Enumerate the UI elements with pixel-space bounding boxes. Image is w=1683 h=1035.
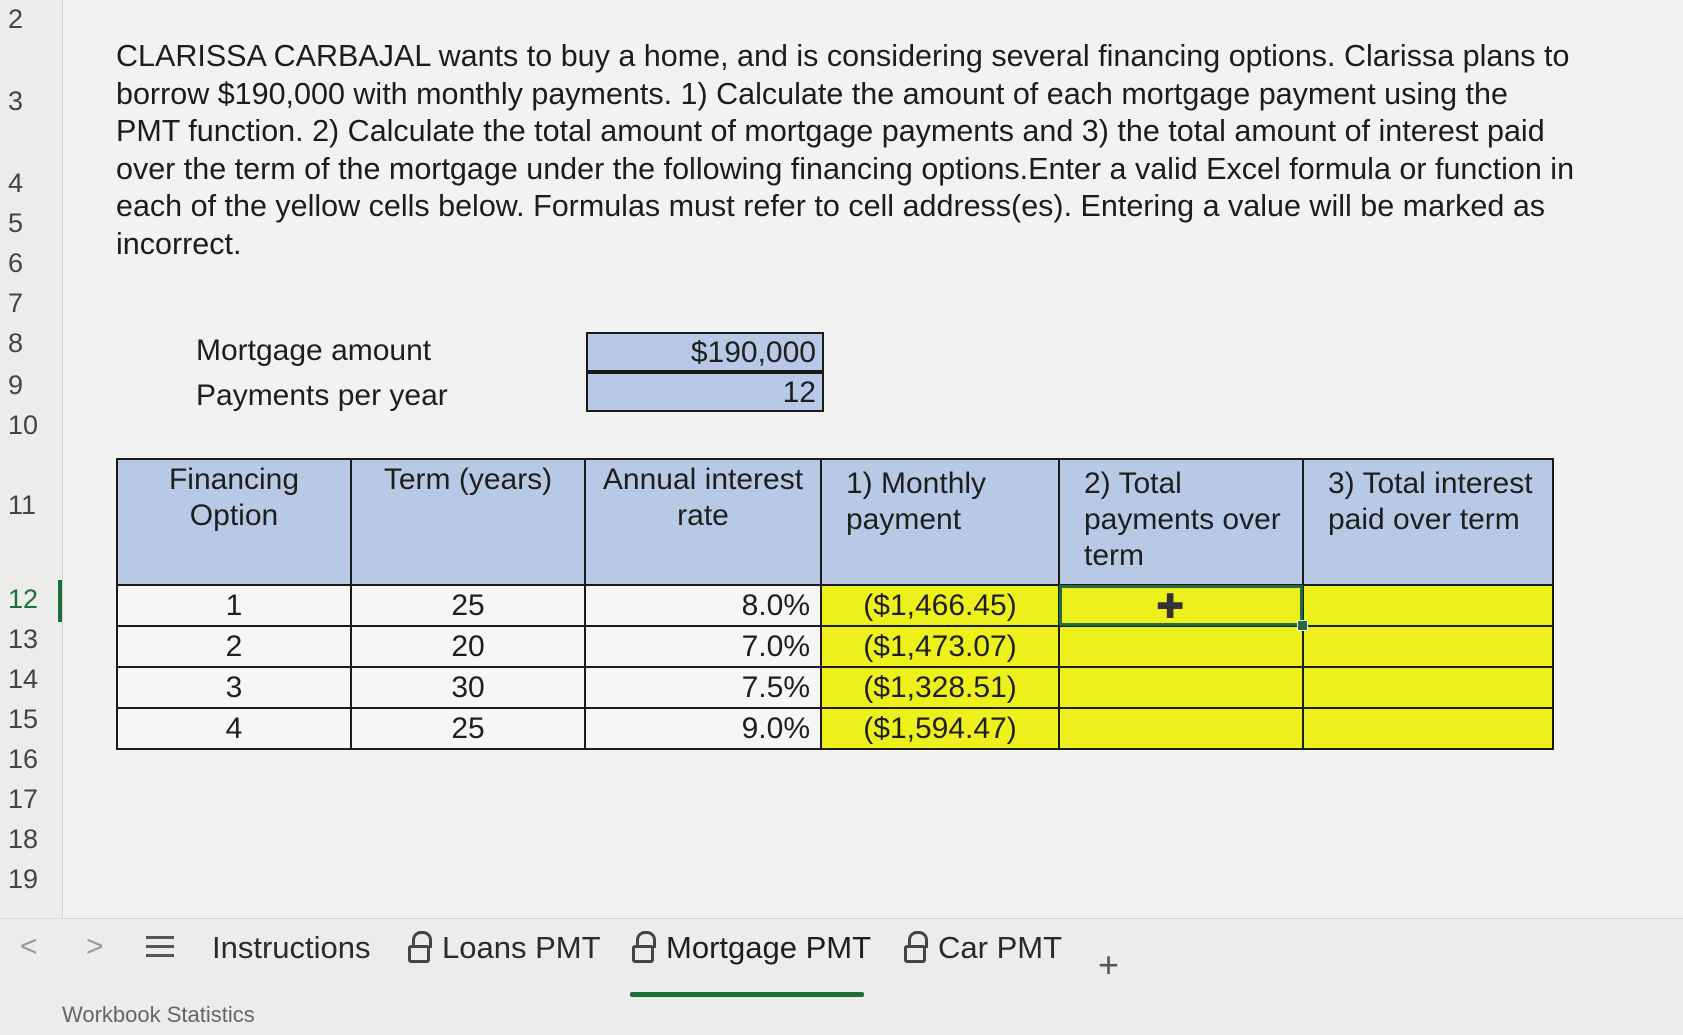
header-financing-option[interactable]: Financing Option bbox=[116, 458, 352, 586]
lock-icon bbox=[904, 931, 928, 965]
tab-mortgage-pmt[interactable]: Mortgage PMT bbox=[632, 930, 871, 966]
cell-monthly-payment[interactable]: ($1,466.45) bbox=[820, 584, 1060, 627]
row-number[interactable]: 10 bbox=[8, 410, 38, 441]
cell-option[interactable]: 4 bbox=[116, 707, 352, 750]
cell-total-interest[interactable] bbox=[1302, 707, 1554, 750]
row-number[interactable]: 18 bbox=[8, 824, 38, 855]
cell-total-interest[interactable] bbox=[1302, 584, 1554, 627]
cell-monthly-payment[interactable]: ($1,328.51) bbox=[820, 666, 1060, 709]
worksheet: 2 3 4 5 6 7 8 9 10 11 12 13 14 15 16 17 … bbox=[0, 0, 1683, 918]
cell-rate[interactable]: 9.0% bbox=[584, 707, 822, 750]
row-number[interactable]: 5 bbox=[8, 208, 23, 239]
header-term-years[interactable]: Term (years) bbox=[350, 458, 586, 586]
lock-icon bbox=[632, 931, 656, 965]
cell-monthly-payment[interactable]: ($1,594.47) bbox=[820, 707, 1060, 750]
tab-car-pmt[interactable]: Car PMT bbox=[904, 930, 1062, 966]
header-annual-interest-rate[interactable]: Annual interest rate bbox=[584, 458, 822, 586]
row-number[interactable]: 3 bbox=[8, 86, 23, 117]
tab-label: Loans PMT bbox=[442, 930, 601, 965]
workbook-statistics[interactable]: Workbook Statistics bbox=[62, 1002, 255, 1028]
row-number[interactable]: 4 bbox=[8, 168, 23, 199]
table-row: 3 30 7.5% ($1,328.51) bbox=[116, 666, 1554, 709]
row-number[interactable]: 2 bbox=[8, 4, 23, 35]
cell-rate[interactable]: 7.0% bbox=[584, 625, 822, 668]
mortgage-amount-label: Mortgage amount bbox=[196, 334, 432, 367]
row-header-column: 2 3 4 5 6 7 8 9 10 11 12 13 14 15 16 17 … bbox=[0, 0, 63, 918]
header-total-payments[interactable]: 2) Total payments over term bbox=[1058, 458, 1304, 586]
lock-icon bbox=[408, 931, 432, 965]
row-number[interactable]: 7 bbox=[8, 288, 23, 319]
payments-per-year-cell[interactable]: 12 bbox=[586, 372, 824, 412]
cell-term[interactable]: 20 bbox=[350, 625, 586, 668]
row-number[interactable]: 19 bbox=[8, 864, 38, 895]
cell-option[interactable]: 1 bbox=[116, 584, 352, 627]
scroll-right-icon[interactable]: > bbox=[86, 930, 104, 964]
cell-rate[interactable]: 8.0% bbox=[584, 584, 822, 627]
cell-total-payments-active[interactable]: ✚ bbox=[1058, 584, 1308, 631]
table-row: 2 20 7.0% ($1,473.07) bbox=[116, 625, 1554, 668]
row-number[interactable]: 13 bbox=[8, 624, 38, 655]
payments-per-year-label: Payments per year bbox=[196, 379, 448, 412]
cell-option[interactable]: 3 bbox=[116, 666, 352, 709]
row-number[interactable]: 6 bbox=[8, 248, 23, 279]
tab-loans-pmt[interactable]: Loans PMT bbox=[408, 930, 601, 966]
cell-total-interest[interactable] bbox=[1302, 625, 1554, 668]
mortgage-amount-cell[interactable]: $190,000 bbox=[586, 332, 824, 372]
tab-label: Mortgage PMT bbox=[666, 930, 872, 965]
cell-option[interactable]: 2 bbox=[116, 625, 352, 668]
cell-total-interest[interactable] bbox=[1302, 666, 1554, 709]
table-row: 1 25 8.0% ($1,466.45) ✚ bbox=[116, 584, 1554, 631]
row-number[interactable]: 16 bbox=[8, 744, 38, 775]
row-number[interactable]: 14 bbox=[8, 664, 38, 695]
cursor-crosshair-icon: ✚ bbox=[1156, 588, 1185, 626]
row-number[interactable]: 11 bbox=[8, 490, 36, 521]
cell-term[interactable]: 30 bbox=[350, 666, 586, 709]
table-header-row: Financing Option Term (years) Annual int… bbox=[116, 458, 1554, 586]
tab-instructions[interactable]: Instructions bbox=[212, 930, 371, 966]
cell-term[interactable]: 25 bbox=[350, 584, 586, 627]
financing-options-table: Financing Option Term (years) Annual int… bbox=[116, 458, 1554, 750]
instructions-text: CLARISSA CARBAJAL wants to buy a home, a… bbox=[116, 39, 1575, 261]
active-tab-underline bbox=[630, 992, 864, 997]
header-total-interest[interactable]: 3) Total interest paid over term bbox=[1302, 458, 1554, 586]
fill-handle[interactable] bbox=[1297, 620, 1308, 631]
cell-monthly-payment[interactable]: ($1,473.07) bbox=[820, 625, 1060, 668]
row-number[interactable]: 9 bbox=[8, 370, 23, 401]
cell-rate[interactable]: 7.5% bbox=[584, 666, 822, 709]
row-number[interactable]: 15 bbox=[8, 704, 38, 735]
sheet-list-menu-icon[interactable] bbox=[146, 936, 174, 963]
cell-total-payments[interactable] bbox=[1058, 707, 1304, 750]
cell-total-payments[interactable] bbox=[1058, 625, 1304, 668]
header-monthly-payment[interactable]: 1) Monthly payment bbox=[820, 458, 1060, 586]
add-sheet-icon[interactable]: + bbox=[1098, 944, 1119, 986]
tab-label: Car PMT bbox=[938, 930, 1062, 965]
scroll-left-icon[interactable]: < bbox=[20, 930, 38, 964]
table-row: 4 25 9.0% ($1,594.47) bbox=[116, 707, 1554, 750]
tab-label: Instructions bbox=[212, 930, 371, 965]
cell-total-payments[interactable] bbox=[1058, 666, 1304, 709]
row-number-selected[interactable]: 12 bbox=[8, 584, 38, 615]
row-selection-indicator bbox=[58, 580, 62, 622]
cell-term[interactable]: 25 bbox=[350, 707, 586, 750]
row-number[interactable]: 17 bbox=[8, 784, 38, 815]
row-number[interactable]: 8 bbox=[8, 328, 23, 359]
